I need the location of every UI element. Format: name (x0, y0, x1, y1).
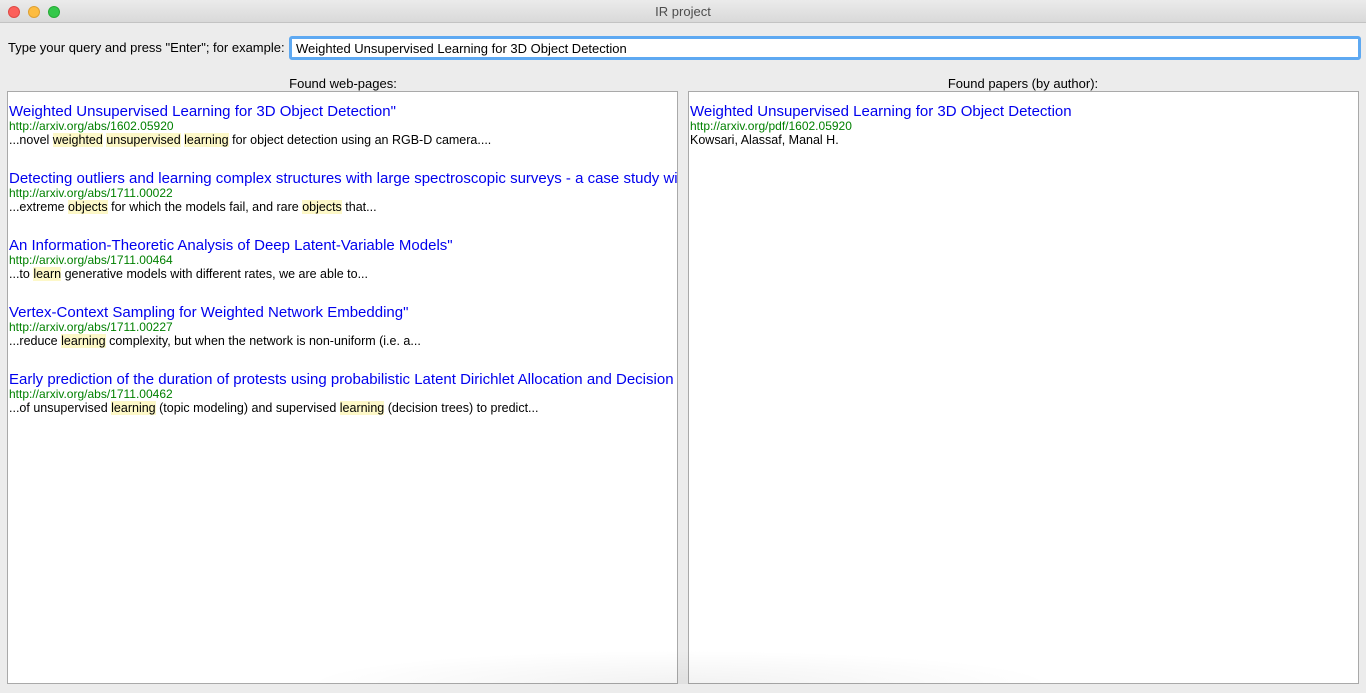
webpage-result: Vertex-Context Sampling for Weighted Net… (9, 305, 677, 360)
highlighted-term: objects (68, 200, 108, 214)
highlighted-term: learning (111, 401, 156, 415)
snippet-text: (topic modeling) and supervised (155, 401, 340, 415)
papers-results-panel[interactable]: Weighted Unsupervised Learning for 3D Ob… (688, 91, 1359, 684)
result-title-link[interactable]: Weighted Unsupervised Learning for 3D Ob… (9, 104, 677, 120)
snippet-text: that... (341, 200, 377, 214)
query-input[interactable] (289, 36, 1361, 60)
query-label: Type your query and press "Enter"; for e… (8, 40, 285, 55)
highlighted-term: learn (33, 267, 62, 281)
highlighted-term: learning (184, 133, 229, 147)
highlighted-term: objects (302, 200, 342, 214)
result-url-link[interactable]: http://arxiv.org/abs/1711.00462 (9, 388, 677, 400)
webpages-results-panel[interactable]: Weighted Unsupervised Learning for 3D Ob… (7, 91, 678, 684)
result-url-link[interactable]: http://arxiv.org/abs/1711.00464 (9, 254, 677, 266)
webpages-header: Found web-pages: (289, 76, 397, 91)
snippet-text: ...reduce (9, 334, 62, 348)
highlighted-term: learning (61, 334, 106, 348)
result-url-link[interactable]: http://arxiv.org/abs/1711.00022 (9, 187, 677, 199)
webpage-result: Weighted Unsupervised Learning for 3D Ob… (9, 104, 677, 159)
snippet-text: complexity, but when the network is non-… (105, 334, 421, 348)
snippet-text: (decision trees) to predict... (384, 401, 539, 415)
paper-result: Weighted Unsupervised Learning for 3D Ob… (690, 104, 1358, 148)
result-snippet: ...of unsupervised learning (topic model… (9, 400, 677, 416)
snippet-text: for object detection using an RGB-D came… (228, 133, 492, 147)
result-url-link[interactable]: http://arxiv.org/abs/1711.00227 (9, 321, 677, 333)
paper-authors: Kowsari, Alassaf, Manal H. (690, 133, 839, 147)
paper-url-link[interactable]: http://arxiv.org/pdf/1602.05920 (690, 120, 1358, 132)
title-bar[interactable]: IR project (0, 0, 1366, 23)
result-url-link[interactable]: http://arxiv.org/abs/1602.05920 (9, 120, 677, 132)
webpage-result: Detecting outliers and learning complex … (9, 171, 677, 226)
result-title-link[interactable]: Vertex-Context Sampling for Weighted Net… (9, 305, 677, 321)
papers-header: Found papers (by author): (947, 76, 1099, 91)
highlighted-term: learning (339, 401, 385, 415)
webpage-result: Early prediction of the duration of prot… (9, 372, 677, 427)
snippet-text: ...extreme (9, 200, 69, 214)
result-snippet: ...reduce learning complexity, but when … (9, 333, 677, 349)
webpage-result: An Information-Theoretic Analysis of Dee… (9, 238, 677, 293)
app-window: IR project Type your query and press "En… (0, 0, 1366, 693)
snippet-text: for which the models fail, and rare (107, 200, 303, 214)
highlighted-term: weighted (52, 133, 103, 147)
result-title-link[interactable]: Detecting outliers and learning complex … (9, 171, 677, 187)
snippet-text: ...novel (9, 133, 53, 147)
snippet-text: generative models with different rates, … (61, 267, 369, 281)
highlighted-term: unsupervised (106, 133, 181, 147)
window-title: IR project (655, 4, 711, 19)
result-snippet: ...novel weighted unsupervised learning … (9, 132, 677, 148)
snippet-text: ...to (9, 267, 34, 281)
result-title-link[interactable]: Early prediction of the duration of prot… (9, 372, 677, 388)
snippet-text: ...of unsupervised (9, 401, 112, 415)
result-snippet: ...to learn generative models with diffe… (9, 266, 677, 282)
result-title-link[interactable]: An Information-Theoretic Analysis of Dee… (9, 238, 677, 254)
paper-title-link[interactable]: Weighted Unsupervised Learning for 3D Ob… (690, 104, 1358, 120)
result-snippet: ...extreme objects for which the models … (9, 199, 677, 215)
